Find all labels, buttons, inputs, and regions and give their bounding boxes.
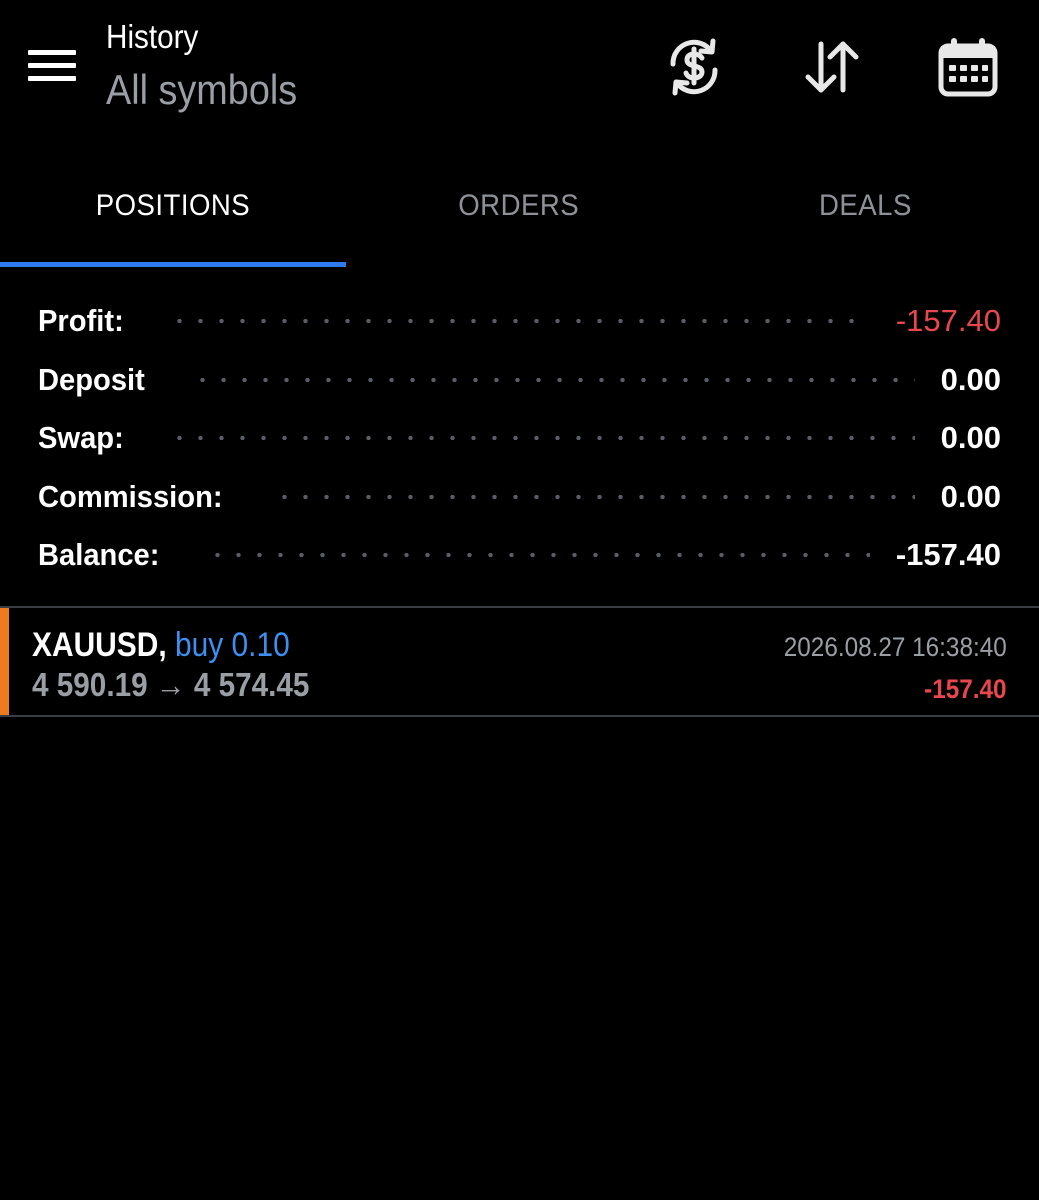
position-prices: 4 590.19 → 4 574.45 — [32, 666, 309, 704]
position-side-indicator — [0, 608, 9, 715]
menu-line — [28, 50, 76, 55]
dotted-leader — [274, 494, 915, 499]
summary-label: Deposit — [38, 361, 145, 397]
summary-row-swap: Swap: 0.00 — [0, 409, 1039, 468]
sort-icon[interactable] — [799, 34, 865, 100]
calendar-icon[interactable] — [935, 34, 1001, 100]
tab-label: DEALS — [818, 189, 912, 222]
summary-row-profit: Profit: -157.40 — [0, 292, 1039, 351]
position-symbol: XAUUSD, — [32, 626, 167, 664]
tab-label: POSITIONS — [95, 189, 251, 222]
menu-line — [28, 63, 76, 68]
summary-value: 0.00 — [940, 478, 1001, 514]
menu-icon[interactable] — [24, 44, 80, 88]
list-item[interactable]: XAUUSD, buy 0.10 4 590.19 → 4 574.45 202… — [0, 608, 1039, 715]
summary-value: -157.40 — [895, 303, 1001, 339]
position-symbol-line: XAUUSD, buy 0.10 — [32, 626, 290, 665]
summary-panel: Profit: -157.40 Deposit 0.00 Swap: 0.00 … — [0, 292, 1039, 585]
symbol-filter[interactable]: All symbols — [106, 66, 297, 114]
tab-orders[interactable]: ORDERS — [346, 150, 692, 262]
summary-value: 0.00 — [940, 420, 1001, 456]
dotted-leader — [169, 436, 915, 441]
page-title: History — [106, 18, 199, 55]
active-tab-indicator — [0, 262, 346, 267]
dotted-leader — [191, 377, 915, 382]
tab-positions[interactable]: POSITIONS — [0, 150, 346, 262]
summary-row-commission: Commission: 0.00 — [0, 468, 1039, 527]
position-profit: -157.40 — [924, 674, 1007, 704]
menu-line — [28, 76, 76, 81]
app-root: History All symbols POSITIONS ORDERS DEA… — [0, 0, 1039, 1200]
summary-value: 0.00 — [940, 361, 1001, 397]
summary-row-balance: Balance: -157.40 — [0, 526, 1039, 585]
position-type: buy 0.10 — [174, 626, 290, 664]
dotted-leader — [207, 553, 870, 558]
dotted-leader — [169, 319, 870, 324]
currency-exchange-icon[interactable] — [661, 34, 727, 100]
summary-label: Commission: — [38, 478, 223, 514]
summary-label: Profit: — [38, 303, 124, 339]
open-price: 4 590.19 — [32, 666, 148, 703]
summary-label: Balance: — [38, 537, 160, 573]
summary-value: -157.40 — [895, 537, 1001, 573]
tab-deals[interactable]: DEALS — [692, 150, 1038, 262]
toolbar: History All symbols — [0, 0, 1039, 140]
summary-label: Swap: — [38, 420, 124, 456]
tab-bar: POSITIONS ORDERS DEALS — [0, 150, 1039, 268]
summary-row-deposit: Deposit 0.00 — [0, 351, 1039, 410]
tab-label: ORDERS — [458, 189, 580, 222]
position-time: 2026.08.27 16:38:40 — [784, 632, 1007, 662]
close-price: 4 574.45 — [193, 666, 310, 703]
divider — [0, 715, 1039, 717]
arrow-right-icon: → — [155, 666, 186, 703]
